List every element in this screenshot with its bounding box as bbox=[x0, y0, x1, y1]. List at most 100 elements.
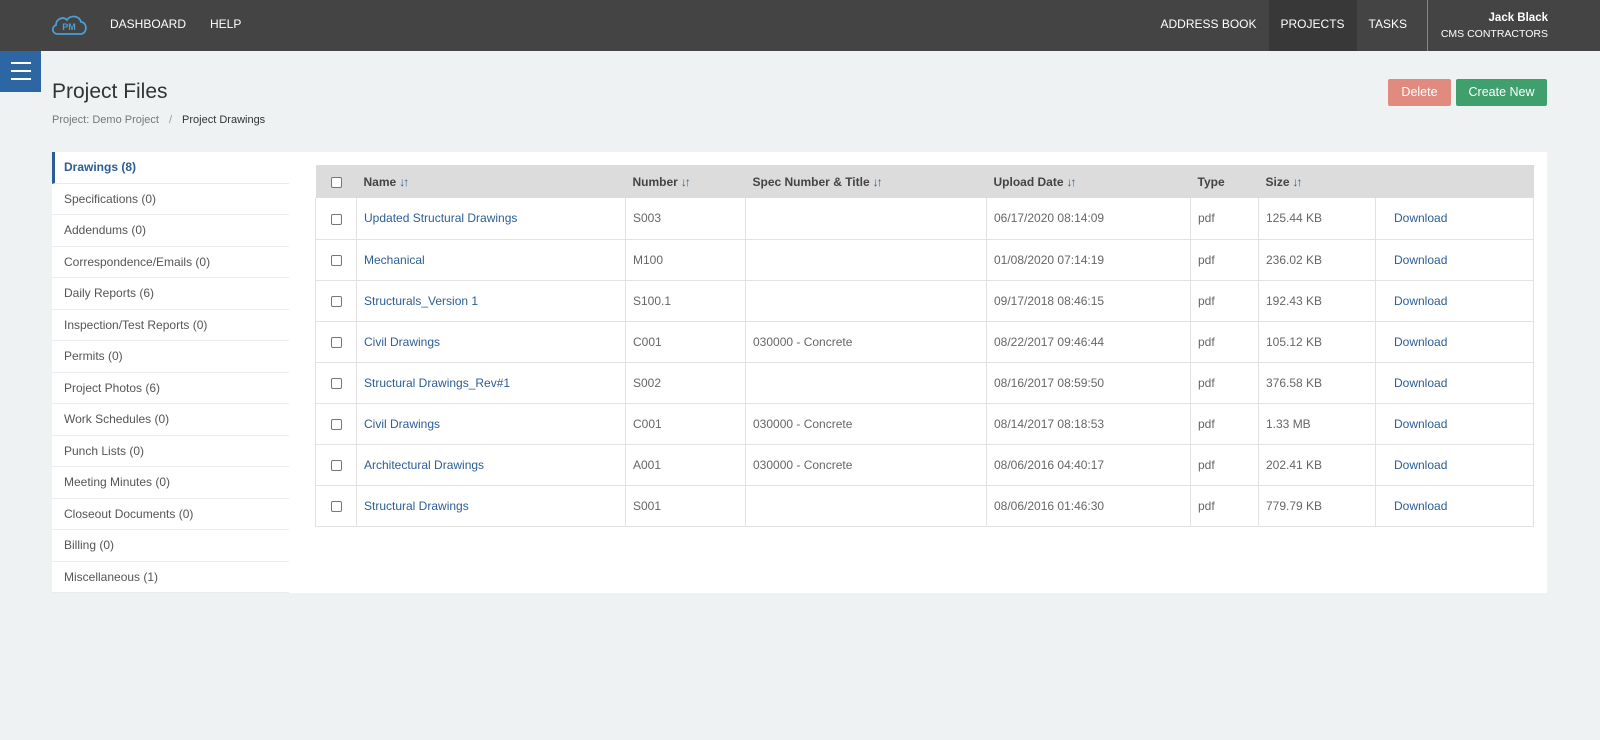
download-link[interactable]: Download bbox=[1394, 294, 1447, 308]
cell-spec bbox=[745, 485, 987, 526]
sidebar-item-permits[interactable]: Permits (0) bbox=[52, 341, 289, 373]
hamburger-menu-icon[interactable] bbox=[0, 51, 41, 92]
nav-projects[interactable]: PROJECTS bbox=[1268, 0, 1357, 51]
row-select-cell bbox=[315, 403, 357, 444]
file-name-link[interactable]: Structural Drawings_Rev#1 bbox=[364, 376, 510, 390]
user-name: Jack Black bbox=[1488, 12, 1548, 24]
sidebar-item-inspection-test-reports[interactable]: Inspection/Test Reports (0) bbox=[52, 310, 289, 341]
file-name-link[interactable]: Mechanical bbox=[364, 253, 425, 267]
sidebar-item-drawings[interactable]: Drawings (8) bbox=[52, 152, 289, 184]
header-spec[interactable]: Spec Number & Title ↓↑ bbox=[746, 165, 987, 198]
header-name[interactable]: Name ↓↑ bbox=[357, 165, 626, 198]
nav-address-book[interactable]: ADDRESS BOOK bbox=[1148, 0, 1268, 51]
file-name-link[interactable]: Structurals_Version 1 bbox=[364, 294, 478, 308]
cell-type: pdf bbox=[1190, 362, 1259, 403]
files-panel: Name ↓↑ Number ↓↑ Spec Number & Title ↓↑ Up… bbox=[289, 152, 1547, 593]
cell-size: 202.41 KB bbox=[1258, 444, 1376, 485]
cell-upload-date: 08/14/2017 08:18:53 bbox=[986, 403, 1191, 444]
row-checkbox[interactable] bbox=[330, 459, 342, 471]
download-link[interactable]: Download bbox=[1394, 376, 1447, 390]
sidebar-item-miscellaneous[interactable]: Miscellaneous (1) bbox=[52, 562, 289, 593]
header-number[interactable]: Number ↓↑ bbox=[626, 165, 746, 198]
nav-tasks[interactable]: TASKS bbox=[1357, 0, 1419, 51]
cell-number: S001 bbox=[625, 485, 746, 526]
download-link[interactable]: Download bbox=[1394, 458, 1447, 472]
pm-cloud-logo[interactable]: PM bbox=[50, 12, 88, 38]
row-checkbox[interactable] bbox=[330, 500, 342, 512]
cell-number: C001 bbox=[625, 403, 746, 444]
select-all-checkbox[interactable] bbox=[330, 176, 342, 188]
cell-name: Updated Structural Drawings bbox=[356, 198, 626, 239]
create-new-button[interactable]: Create New bbox=[1456, 79, 1547, 106]
sidebar-item-specifications[interactable]: Specifications (0) bbox=[52, 184, 289, 215]
file-name-link[interactable]: Structural Drawings bbox=[364, 499, 469, 513]
cell-upload-date: 06/17/2020 08:14:09 bbox=[986, 198, 1191, 239]
sidebar-item-addendums[interactable]: Addendums (0) bbox=[52, 215, 289, 247]
row-select-cell bbox=[315, 198, 357, 239]
header-select-all[interactable] bbox=[316, 165, 357, 198]
cell-size: 236.02 KB bbox=[1258, 239, 1376, 280]
cell-upload-date: 09/17/2018 08:46:15 bbox=[986, 280, 1191, 321]
cell-download: Download bbox=[1375, 321, 1534, 362]
cell-download: Download bbox=[1375, 280, 1534, 321]
cell-size: 192.43 KB bbox=[1258, 280, 1376, 321]
delete-button[interactable]: Delete bbox=[1388, 79, 1451, 106]
top-navbar: PM DASHBOARD HELP ADDRESS BOOK PROJECTS TAS… bbox=[0, 0, 1600, 51]
download-link[interactable]: Download bbox=[1394, 211, 1447, 225]
row-checkbox[interactable] bbox=[330, 295, 342, 307]
page-title: Project Files bbox=[52, 80, 168, 103]
file-name-link[interactable]: Updated Structural Drawings bbox=[364, 211, 517, 225]
sort-icon[interactable]: ↓↑ bbox=[873, 175, 883, 189]
cell-number: A001 bbox=[625, 444, 746, 485]
row-checkbox[interactable] bbox=[330, 213, 342, 225]
row-checkbox[interactable] bbox=[330, 418, 342, 430]
cell-spec bbox=[745, 239, 987, 280]
cell-size: 376.58 KB bbox=[1258, 362, 1376, 403]
cell-spec: 030000 - Concrete bbox=[745, 444, 987, 485]
sort-icon[interactable]: ↓↑ bbox=[1293, 175, 1303, 189]
header-upload-date[interactable]: Upload Date ↓↑ bbox=[987, 165, 1191, 198]
sort-icon[interactable]: ↓↑ bbox=[399, 175, 409, 189]
download-link[interactable]: Download bbox=[1394, 253, 1447, 267]
file-name-link[interactable]: Civil Drawings bbox=[364, 335, 440, 349]
breadcrumb: Project: Demo Project / Project Drawings bbox=[52, 114, 265, 126]
sidebar-item-work-schedules[interactable]: Work Schedules (0) bbox=[52, 404, 289, 436]
nav-dashboard[interactable]: DASHBOARD bbox=[110, 0, 198, 51]
sort-icon[interactable]: ↓↑ bbox=[1067, 175, 1077, 189]
table-row: Civil Drawings C001 030000 - Concrete 08/14… bbox=[315, 403, 1534, 444]
sort-icon[interactable]: ↓↑ bbox=[681, 175, 691, 189]
cell-name: Structural Drawings_Rev#1 bbox=[356, 362, 626, 403]
nav-help[interactable]: HELP bbox=[198, 0, 253, 51]
sidebar-item-punch-lists[interactable]: Punch Lists (0) bbox=[52, 436, 289, 467]
row-checkbox[interactable] bbox=[330, 336, 342, 348]
table-row: Civil Drawings C001 030000 - Concrete 08/22… bbox=[315, 321, 1534, 362]
cell-name: Civil Drawings bbox=[356, 403, 626, 444]
cell-spec: 030000 - Concrete bbox=[745, 321, 987, 362]
download-link[interactable]: Download bbox=[1394, 417, 1447, 431]
breadcrumb-separator: / bbox=[168, 114, 173, 126]
cell-number: C001 bbox=[625, 321, 746, 362]
file-name-link[interactable]: Architectural Drawings bbox=[364, 458, 484, 472]
sidebar-item-correspondence-emails[interactable]: Correspondence/Emails (0) bbox=[52, 247, 289, 278]
sidebar-item-daily-reports[interactable]: Daily Reports (6) bbox=[52, 278, 289, 310]
download-link[interactable]: Download bbox=[1394, 335, 1447, 349]
cell-size: 1.33 MB bbox=[1258, 403, 1376, 444]
row-checkbox[interactable] bbox=[330, 377, 342, 389]
table-row: Architectural Drawings A001 030000 - Concr… bbox=[315, 444, 1534, 485]
table-row: Structurals_Version 1 S100.1 09/17/2018 08… bbox=[315, 280, 1534, 321]
download-link[interactable]: Download bbox=[1394, 499, 1447, 513]
sidebar-item-closeout-documents[interactable]: Closeout Documents (0) bbox=[52, 499, 289, 530]
sidebar-item-billing[interactable]: Billing (0) bbox=[52, 530, 289, 562]
user-menu[interactable]: Jack Black CMS CONTRACTORS bbox=[1428, 0, 1600, 51]
cell-number: S002 bbox=[625, 362, 746, 403]
header-size[interactable]: Size ↓↑ bbox=[1259, 165, 1376, 198]
file-name-link[interactable]: Civil Drawings bbox=[364, 417, 440, 431]
breadcrumb-project-link[interactable]: Project: Demo Project bbox=[52, 114, 159, 126]
sidebar-item-meeting-minutes[interactable]: Meeting Minutes (0) bbox=[52, 467, 289, 499]
row-checkbox[interactable] bbox=[330, 254, 342, 266]
sidebar-item-project-photos[interactable]: Project Photos (6) bbox=[52, 373, 289, 404]
cell-name: Civil Drawings bbox=[356, 321, 626, 362]
row-select-cell bbox=[315, 321, 357, 362]
cell-size: 779.79 KB bbox=[1258, 485, 1376, 526]
header-actions bbox=[1376, 165, 1534, 198]
